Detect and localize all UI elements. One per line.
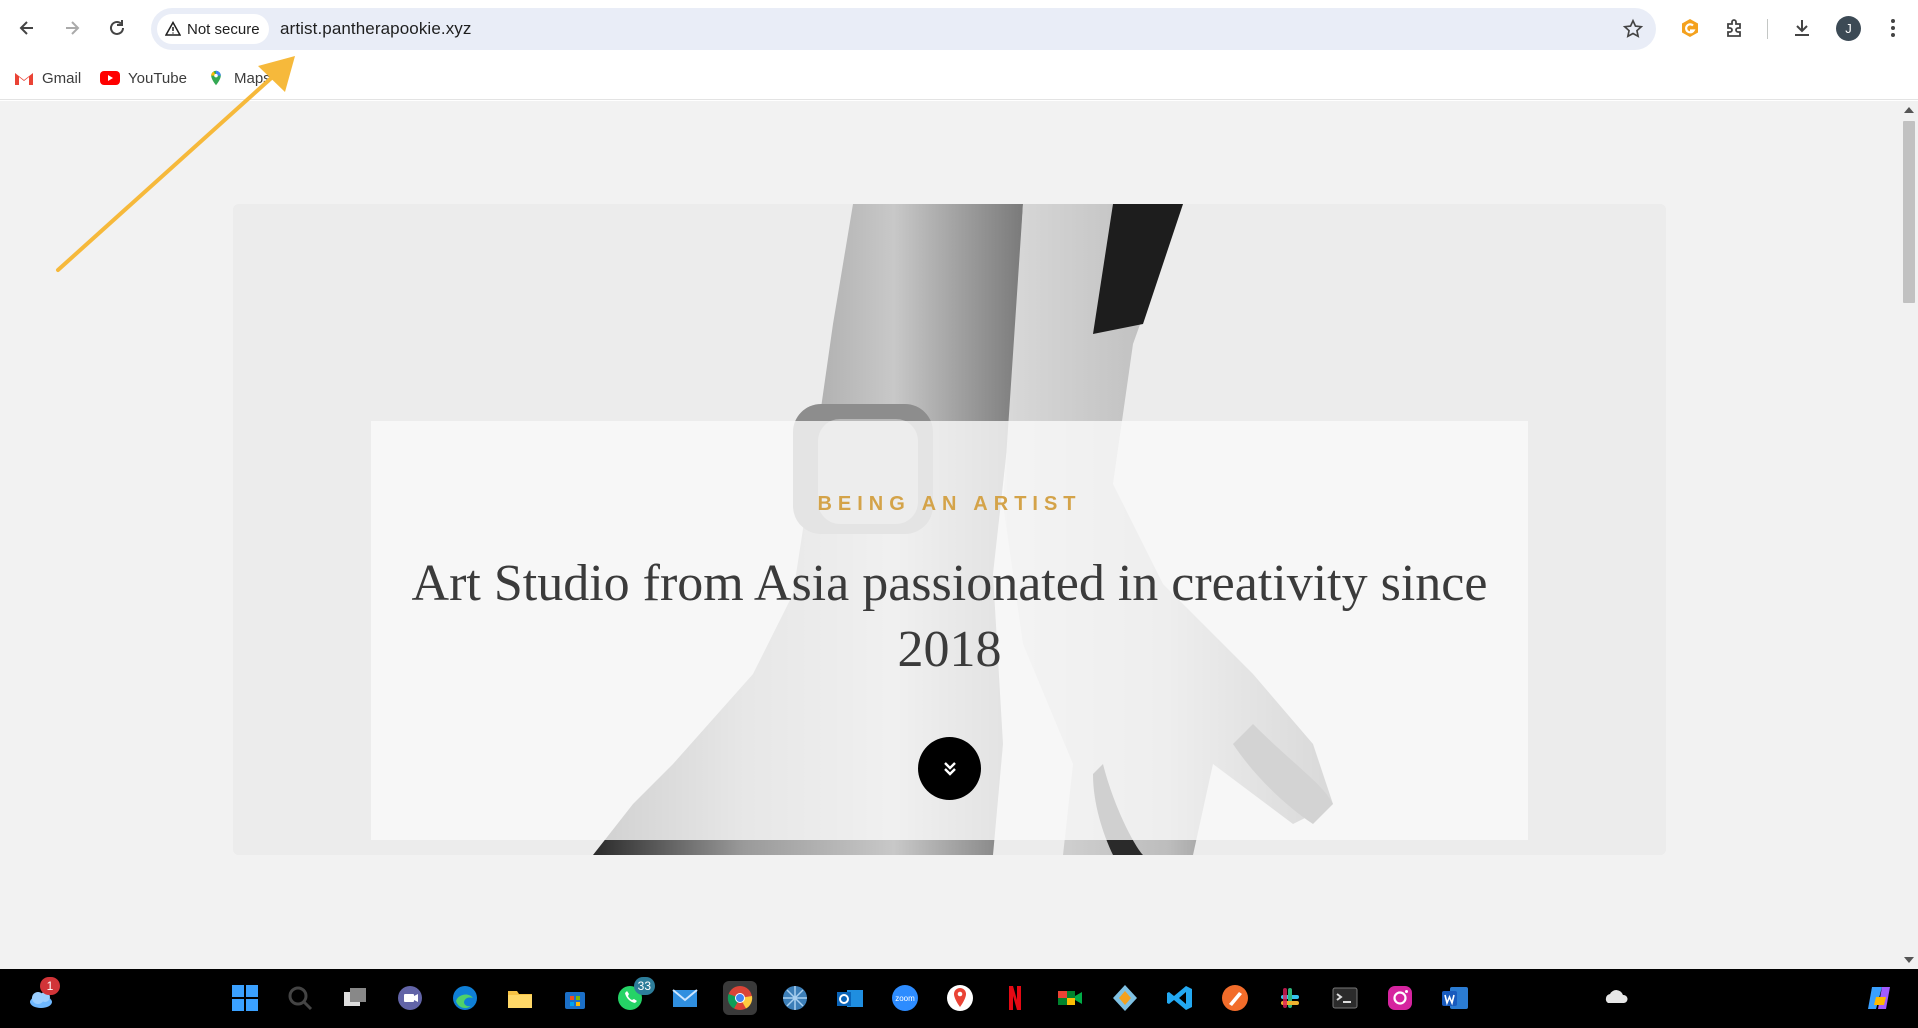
- bookmarks-bar: Gmail YouTube Maps: [0, 58, 1918, 100]
- mail-icon[interactable]: [668, 981, 702, 1015]
- bookmark-label: Maps: [234, 69, 271, 87]
- page-scrollbar[interactable]: [1900, 101, 1918, 969]
- slack-icon[interactable]: [1273, 981, 1307, 1015]
- bookmark-label: YouTube: [128, 69, 187, 87]
- more-menu-icon[interactable]: [1880, 15, 1906, 41]
- edge-icon[interactable]: [448, 981, 482, 1015]
- url-text[interactable]: artist.pantherapookie.xyz: [280, 19, 472, 39]
- windows-taskbar: 1 33 zoom: [0, 969, 1918, 1028]
- page-viewport: BEING AN ARTIST Art Studio from Asia pas…: [0, 101, 1900, 969]
- vscode-icon[interactable]: [1163, 981, 1197, 1015]
- bookmark-star-icon[interactable]: [1622, 18, 1644, 40]
- extension-g-icon[interactable]: [1677, 15, 1703, 41]
- hero-eyebrow: BEING AN ARTIST: [817, 493, 1082, 515]
- gmail-icon: [15, 73, 33, 85]
- bookmark-gmail[interactable]: Gmail: [14, 64, 81, 92]
- security-label: Not secure: [187, 20, 260, 38]
- bookmark-youtube[interactable]: YouTube: [100, 64, 187, 92]
- profile-avatar[interactable]: J: [1836, 16, 1861, 41]
- hero-headline: Art Studio from Asia passionated in crea…: [411, 555, 1488, 678]
- google-maps-icon[interactable]: [943, 981, 977, 1015]
- instagram-icon[interactable]: [1383, 981, 1417, 1015]
- weather-badge: 1: [40, 977, 60, 995]
- forward-button[interactable]: [56, 12, 88, 44]
- zoom-label: zoom: [895, 994, 915, 1003]
- scroll-down-button[interactable]: [918, 737, 981, 800]
- copilot-icon[interactable]: [1862, 981, 1896, 1015]
- security-chip[interactable]: Not secure: [157, 14, 269, 44]
- task-view-icon[interactable]: [338, 981, 372, 1015]
- search-icon[interactable]: [283, 981, 317, 1015]
- weather-icon[interactable]: 1: [24, 977, 60, 1015]
- back-button[interactable]: [11, 12, 43, 44]
- teams-chat-icon[interactable]: [393, 981, 427, 1015]
- arrow-left-icon: [19, 21, 33, 35]
- chrome-icon[interactable]: [723, 981, 757, 1015]
- pen-app-icon[interactable]: [1218, 981, 1252, 1015]
- onedrive-cloud-icon[interactable]: [1599, 981, 1633, 1015]
- downloads-icon[interactable]: [1789, 15, 1815, 41]
- file-explorer-icon[interactable]: [503, 981, 537, 1015]
- scroll-down-arrow-icon[interactable]: [1904, 957, 1914, 963]
- address-bar[interactable]: Not secure artist.pantherapookie.xyz: [151, 8, 1656, 50]
- whatsapp-badge: 33: [633, 977, 655, 995]
- outlook-icon[interactable]: [833, 981, 867, 1015]
- maps-icon: [211, 70, 221, 86]
- store-icon[interactable]: [558, 981, 592, 1015]
- scroll-thumb[interactable]: [1903, 121, 1915, 303]
- google-meet-icon[interactable]: [1053, 981, 1087, 1015]
- warning-icon: [165, 21, 181, 36]
- sourcetree-icon[interactable]: [1108, 981, 1142, 1015]
- word-icon[interactable]: [1438, 981, 1472, 1015]
- hero-card: BEING AN ARTIST Art Studio from Asia pas…: [371, 421, 1528, 840]
- bookmark-label: Gmail: [42, 69, 82, 87]
- whatsapp-icon[interactable]: 33: [613, 977, 655, 1015]
- reload-icon: [110, 20, 124, 35]
- scroll-up-arrow-icon[interactable]: [1904, 107, 1914, 113]
- youtube-icon: [100, 71, 120, 85]
- start-windows-icon[interactable]: [228, 981, 262, 1015]
- reload-button[interactable]: [101, 12, 133, 44]
- zoom-icon[interactable]: zoom: [888, 981, 922, 1015]
- netflix-icon[interactable]: [998, 981, 1032, 1015]
- browser-toolbar: Not secure artist.pantherapookie.xyz J: [0, 0, 1918, 58]
- terminal-icon[interactable]: [1328, 981, 1362, 1015]
- toolbar-divider: [1767, 19, 1768, 39]
- double-chevron-down-icon: [943, 761, 956, 776]
- extensions-puzzle-icon[interactable]: [1722, 15, 1748, 41]
- bookmark-maps[interactable]: Maps: [206, 64, 271, 92]
- vpn-globe-icon[interactable]: [778, 981, 812, 1015]
- arrow-right-icon: [66, 21, 80, 35]
